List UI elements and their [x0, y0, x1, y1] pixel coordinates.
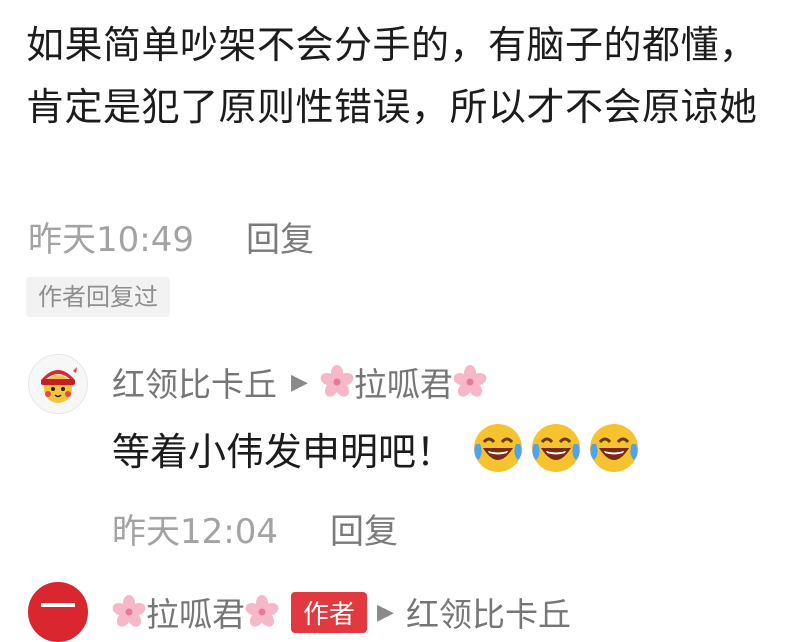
comment-timestamp: 昨天10:49	[28, 220, 194, 260]
sakura-icon	[320, 365, 354, 397]
reply-button[interactable]: 回复	[330, 504, 398, 553]
reply-username[interactable]: 拉呱君	[146, 588, 245, 636]
reply-header: 红领比卡丘 ▶ 拉呱君	[112, 358, 487, 406]
reply-text: 等着小伟发申明吧！	[112, 429, 455, 474]
sakura-icon	[453, 365, 487, 397]
pikachu-avatar-icon	[29, 355, 87, 413]
avatar[interactable]	[28, 354, 88, 414]
reply-to-arrow-icon: ▶	[377, 599, 394, 625]
reply-button[interactable]: 回复	[246, 212, 314, 261]
author-badge: 作者	[291, 591, 368, 633]
comment-meta: 昨天10:49 回复	[28, 212, 314, 261]
reply-target-username[interactable]: 拉呱君	[354, 358, 453, 406]
reply-header: 拉呱君 作者 ▶ 红领比卡丘	[112, 588, 571, 636]
tears-of-joy-icon	[474, 424, 523, 472]
reply-username[interactable]: 红领比卡丘	[112, 358, 277, 406]
reply-body: 等着小伟发申明吧！	[112, 420, 642, 476]
reply-to-arrow-icon: ▶	[291, 369, 308, 395]
reply-meta: 昨天12:04 回复	[112, 504, 398, 553]
tears-of-joy-icon	[590, 424, 639, 472]
sakura-icon	[112, 595, 146, 627]
reply-timestamp: 昨天12:04	[112, 512, 278, 552]
avatar[interactable]	[28, 582, 88, 642]
tears-of-joy-icon	[532, 424, 581, 472]
reply-target-username[interactable]: 红领比卡丘	[406, 588, 571, 636]
author-replied-tag: 作者回复过	[26, 277, 170, 317]
sakura-icon	[245, 595, 279, 627]
comment-text: 如果简单吵架不会分手的，有脑子的都懂，肯定是犯了原则性错误，所以才不会原谅她	[26, 23, 758, 129]
lagua-logo-icon	[29, 583, 87, 641]
